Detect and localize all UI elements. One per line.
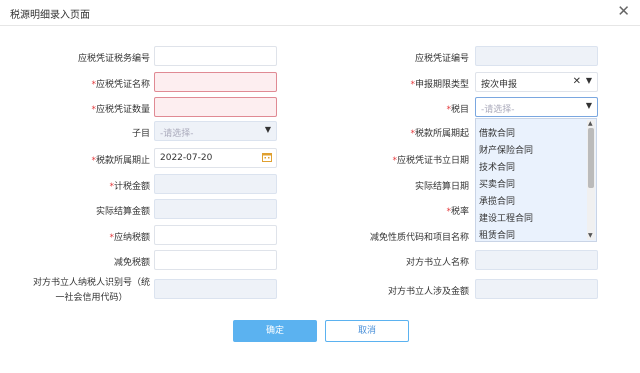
dropdown-option[interactable]: 借款合同: [479, 126, 515, 139]
scroll-down-icon[interactable]: ▼: [588, 232, 593, 239]
label-voucher-qty: *应税凭证数量: [91, 105, 150, 115]
close-icon[interactable]: ✕: [617, 3, 630, 19]
voucher-no-input: [475, 46, 598, 66]
counterparty-amount-input: [475, 279, 598, 299]
label-counterparty-amount: 对方书立人涉及金额: [387, 287, 469, 297]
tax-detail-dialog: 税源明细录入页面 ✕ 应税凭证税务编号 应税凭证编号 *应税凭证名称 *申报期限…: [0, 0, 640, 373]
chevron-down-icon: ▼: [264, 125, 271, 134]
label-settle-date: 实际结算日期: [414, 182, 469, 192]
payable-input[interactable]: [154, 225, 277, 245]
label-exempt-code: 减免性质代码和项目名称: [369, 233, 469, 243]
clear-icon[interactable]: ✕: [573, 76, 581, 87]
label-period-type: *申报期限类型: [410, 80, 469, 90]
dialog-titlebar: 税源明细录入页面 ✕: [0, 0, 640, 26]
period-end-input[interactable]: 2022-07-20: [154, 148, 277, 168]
scroll-up-icon[interactable]: ▲: [588, 120, 593, 127]
settle-amount-input: [154, 199, 277, 219]
label-tax-item: *税目: [446, 105, 469, 115]
label-tax-voucher-no: 应税凭证税务编号: [77, 54, 150, 64]
tax-item-placeholder: -请选择-: [481, 105, 515, 115]
tax-voucher-no-input[interactable]: [154, 46, 277, 66]
voucher-name-input[interactable]: [154, 72, 277, 92]
voucher-qty-input[interactable]: [154, 97, 277, 117]
label-voucher-date: *应税凭证书立日期: [392, 156, 469, 166]
label-tax-amount: *计税金额: [109, 182, 150, 192]
dropdown-option[interactable]: 建设工程合同: [479, 211, 533, 224]
dropdown-option[interactable]: 买卖合同: [479, 177, 515, 190]
label-voucher-name: *应税凭证名称: [91, 80, 150, 90]
label-settle-amount: 实际结算金额: [95, 207, 150, 217]
chevron-down-icon[interactable]: ▼: [586, 101, 592, 110]
label-sub-item: 子目: [131, 129, 150, 139]
label-tax-rate: *税率: [446, 207, 469, 217]
label-period-end: *税款所属期止: [91, 156, 150, 166]
confirm-button[interactable]: 确定: [233, 320, 317, 342]
period-type-select[interactable]: 按次申报 ✕ ▼: [475, 72, 598, 92]
dialog-title: 税源明细录入页面: [10, 10, 90, 21]
scrollbar-thumb[interactable]: [588, 128, 594, 188]
calendar-icon[interactable]: [262, 152, 272, 162]
label-counterparty-id: 对方书立人纳税人识别号（统 一社会信用代码）: [32, 278, 150, 303]
sub-item-placeholder: -请选择-: [160, 129, 194, 139]
label-exempt-amount: 减免税额: [113, 258, 150, 268]
dropdown-option[interactable]: 财产保险合同: [479, 143, 533, 156]
counterparty-name-input: [475, 250, 598, 270]
dropdown-option[interactable]: 技术合同: [479, 160, 515, 173]
dropdown-option[interactable]: 租赁合同: [479, 228, 515, 241]
cancel-button[interactable]: 取消: [325, 320, 409, 342]
label-payable: *应纳税额: [109, 233, 150, 243]
counterparty-id-input: [154, 279, 277, 299]
tax-amount-input: [154, 174, 277, 194]
exempt-amount-input[interactable]: [154, 250, 277, 270]
period-type-value: 按次申报: [481, 80, 518, 90]
label-counterparty-name: 对方书立人名称: [405, 258, 469, 268]
period-end-value: 2022-07-20: [160, 153, 213, 163]
label-voucher-no: 应税凭证编号: [414, 54, 469, 64]
sub-item-select: -请选择- ▼: [154, 121, 277, 141]
dropdown-option[interactable]: 承揽合同: [479, 194, 515, 207]
dropdown-scrollbar[interactable]: ▲ ▼: [587, 120, 595, 240]
chevron-down-icon[interactable]: ▼: [586, 76, 592, 85]
label-period-start: *税款所属期起: [410, 129, 469, 139]
tax-item-dropdown: 借款合同 财产保险合同 技术合同 买卖合同 承揽合同 建设工程合同 租赁合同 ▲…: [475, 118, 597, 242]
tax-item-select[interactable]: -请选择- ▼: [475, 97, 598, 117]
